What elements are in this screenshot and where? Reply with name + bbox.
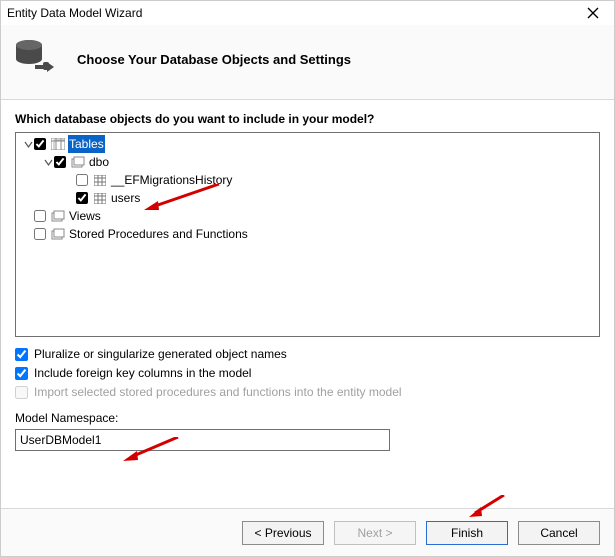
database-objects-tree[interactable]: Tables dbo __EFMigrationsHistory [15, 132, 600, 337]
prompt-label: Which database objects do you want to in… [15, 112, 600, 126]
database-icon [13, 35, 61, 83]
option-pluralize[interactable]: Pluralize or singularize generated objec… [15, 347, 600, 361]
expand-caret[interactable] [22, 140, 34, 149]
migrations-label: __EFMigrationsHistory [110, 171, 233, 189]
dbo-label: dbo [88, 153, 110, 171]
fkeys-label: Include foreign key columns in the model [34, 366, 251, 380]
pluralize-checkbox[interactable] [15, 348, 28, 361]
wizard-footer: < Previous Next > Finish Cancel [1, 508, 614, 556]
table-icon [93, 191, 107, 205]
window-title: Entity Data Model Wizard [7, 6, 142, 20]
cancel-button[interactable]: Cancel [518, 521, 600, 545]
users-checkbox[interactable] [76, 192, 88, 204]
import-sp-checkbox [15, 386, 28, 399]
tables-checkbox[interactable] [34, 138, 46, 150]
sprocs-label: Stored Procedures and Functions [68, 225, 249, 243]
views-checkbox[interactable] [34, 210, 46, 222]
tree-node-sprocs[interactable]: Stored Procedures and Functions [20, 225, 595, 243]
tree-node-migrations[interactable]: __EFMigrationsHistory [20, 171, 595, 189]
tree-node-users[interactable]: users [20, 189, 595, 207]
table-icon [93, 173, 107, 187]
pluralize-label: Pluralize or singularize generated objec… [34, 347, 287, 361]
namespace-input[interactable] [15, 429, 390, 451]
migrations-checkbox[interactable] [76, 174, 88, 186]
wizard-content: Which database objects do you want to in… [1, 100, 614, 459]
tree-node-dbo[interactable]: dbo [20, 153, 595, 171]
import-sp-label: Import selected stored procedures and fu… [34, 385, 402, 399]
tables-label: Tables [68, 135, 105, 153]
option-import-sp: Import selected stored procedures and fu… [15, 385, 600, 399]
users-label: users [110, 189, 141, 207]
views-label: Views [68, 207, 102, 225]
sprocs-icon [51, 227, 65, 241]
tables-icon [51, 137, 65, 151]
close-icon [587, 7, 599, 19]
wizard-header: Choose Your Database Objects and Setting… [1, 25, 614, 100]
option-foreign-keys[interactable]: Include foreign key columns in the model [15, 366, 600, 380]
namespace-label: Model Namespace: [15, 411, 600, 425]
options-group: Pluralize or singularize generated objec… [15, 347, 600, 399]
previous-button[interactable]: < Previous [242, 521, 324, 545]
finish-button[interactable]: Finish [426, 521, 508, 545]
sprocs-checkbox[interactable] [34, 228, 46, 240]
close-button[interactable] [578, 3, 608, 23]
expand-caret[interactable] [42, 158, 54, 167]
views-icon [51, 209, 65, 223]
tree-node-tables[interactable]: Tables [20, 135, 595, 153]
header-title: Choose Your Database Objects and Setting… [77, 52, 351, 67]
title-bar: Entity Data Model Wizard [1, 1, 614, 25]
dbo-checkbox[interactable] [54, 156, 66, 168]
fkeys-checkbox[interactable] [15, 367, 28, 380]
next-button: Next > [334, 521, 416, 545]
schema-icon [71, 155, 85, 169]
tree-node-views[interactable]: Views [20, 207, 595, 225]
